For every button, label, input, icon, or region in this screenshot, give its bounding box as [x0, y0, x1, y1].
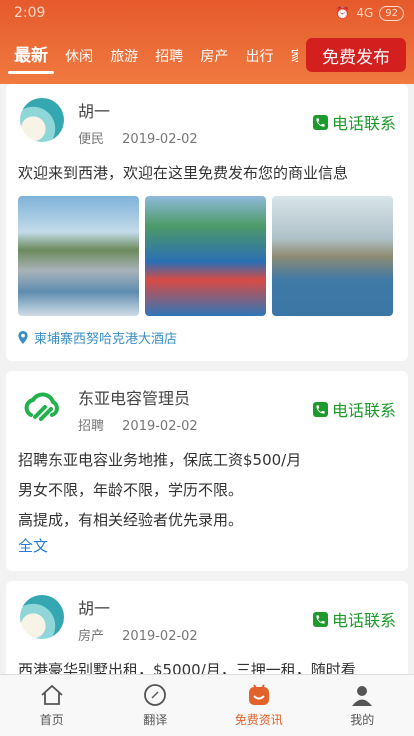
phone-icon: [312, 401, 328, 417]
contact-label: 电话联系: [331, 114, 396, 133]
post-card[interactable]: 胡一 房产 2019-02-02 电话联系 西港豪华别墅出租，$5000/月，三…: [6, 581, 408, 674]
avatar[interactable]: [20, 385, 64, 429]
contact-label: 电话联系: [331, 611, 396, 630]
post-text: 西港豪华别墅出租，$5000/月，三押一租，随时看: [18, 661, 356, 674]
tab-jobs[interactable]: 招聘: [155, 37, 183, 76]
post-images: [18, 196, 396, 316]
post-feed[interactable]: 胡一 便民 2019-02-02 电话联系 欢迎来到西港，欢迎在这里免费发布您的…: [0, 84, 414, 674]
post-category: 便民: [78, 132, 105, 147]
network-label: 4G: [356, 6, 374, 20]
news-icon: [248, 684, 269, 705]
tab-latest[interactable]: 最新: [8, 36, 54, 76]
contact-label: 电话联系: [331, 401, 396, 420]
phone-icon: [312, 114, 328, 130]
avatar[interactable]: [20, 98, 64, 142]
poster-name: 东亚电容管理员: [78, 389, 191, 408]
home-icon: [41, 684, 63, 705]
nav-label: 免费资讯: [234, 713, 283, 727]
tab-leisure[interactable]: 休闲: [65, 37, 93, 76]
battery-level: 92: [379, 5, 404, 21]
post-meta: 房产 2019-02-02: [78, 625, 198, 644]
user-icon: [352, 686, 373, 706]
nav-translate[interactable]: 翻译: [104, 675, 208, 736]
post-location[interactable]: 柬埔寨西努哈克港大酒店: [18, 328, 396, 347]
post-text: 招聘东亚电容业务地推，保底工资$500/月: [18, 451, 302, 469]
phone-contact-button[interactable]: 电话联系: [312, 607, 396, 631]
post-category: 招聘: [78, 419, 105, 434]
location-pin-icon: [18, 331, 28, 344]
phone-contact-button[interactable]: 电话联系: [312, 110, 396, 134]
category-tabs: 最新 休闲 旅游 招聘 房产 出行 家: [8, 36, 298, 76]
post-date: 2019-02-02: [122, 629, 198, 644]
post-category: 房产: [78, 629, 105, 644]
tab-property[interactable]: 房产: [200, 37, 228, 76]
nav-label: 翻译: [143, 713, 168, 727]
status-time: 2:09: [14, 5, 46, 21]
tab-home[interactable]: 家: [291, 37, 298, 76]
status-bar: 2:09 ⏰ 4G 92: [0, 0, 414, 26]
app-header: 2:09 ⏰ 4G 92 最新 休闲 旅游 招聘 房产 出行 家 免费发布: [0, 0, 414, 84]
expand-full-link[interactable]: 全文: [18, 535, 396, 557]
publish-button[interactable]: 免费发布: [306, 38, 406, 72]
post-date: 2019-02-02: [122, 419, 198, 434]
tab-travel[interactable]: 旅游: [110, 37, 138, 76]
post-meta: 招聘 2019-02-02: [78, 415, 198, 434]
nav-free-info[interactable]: 免费资讯: [207, 675, 311, 736]
post-date: 2019-02-02: [122, 132, 198, 147]
post-image[interactable]: [18, 196, 139, 316]
poster-name: 胡一: [78, 599, 111, 618]
tab-transport[interactable]: 出行: [245, 37, 273, 76]
phone-icon: [312, 611, 328, 627]
alarm-icon: ⏰: [335, 6, 351, 20]
post-card[interactable]: 胡一 便民 2019-02-02 电话联系 欢迎来到西港，欢迎在这里免费发布您的…: [6, 84, 408, 361]
avatar[interactable]: [20, 595, 64, 639]
poster-name: 胡一: [78, 102, 111, 121]
post-image[interactable]: [272, 196, 393, 316]
location-label: 柬埔寨西努哈克港大酒店: [34, 332, 178, 347]
compass-icon: [144, 684, 167, 706]
nav-label: 我的: [350, 713, 375, 727]
category-tabbar: 最新 休闲 旅游 招聘 房产 出行 家 免费发布: [0, 36, 414, 76]
post-text: 高提成，有相关经验者优先录用。: [18, 511, 244, 529]
nav-label: 首页: [39, 713, 64, 727]
phone-contact-button[interactable]: 电话联系: [312, 397, 396, 421]
post-card[interactable]: 东亚电容管理员 招聘 2019-02-02 电话联系 招聘东亚电容业务地推，保底…: [6, 371, 408, 571]
post-meta: 便民 2019-02-02: [78, 128, 198, 147]
bottom-nav: 首页 翻译 免费资讯 我的: [0, 674, 414, 736]
post-image[interactable]: [145, 196, 266, 316]
post-text: 欢迎来到西港，欢迎在这里免费发布您的商业信息: [18, 164, 349, 182]
nav-home[interactable]: 首页: [0, 675, 104, 736]
cloud-logo-icon: [24, 392, 59, 421]
nav-mine[interactable]: 我的: [311, 675, 414, 736]
post-text: 男女不限，年龄不限，学历不限。: [18, 481, 244, 499]
